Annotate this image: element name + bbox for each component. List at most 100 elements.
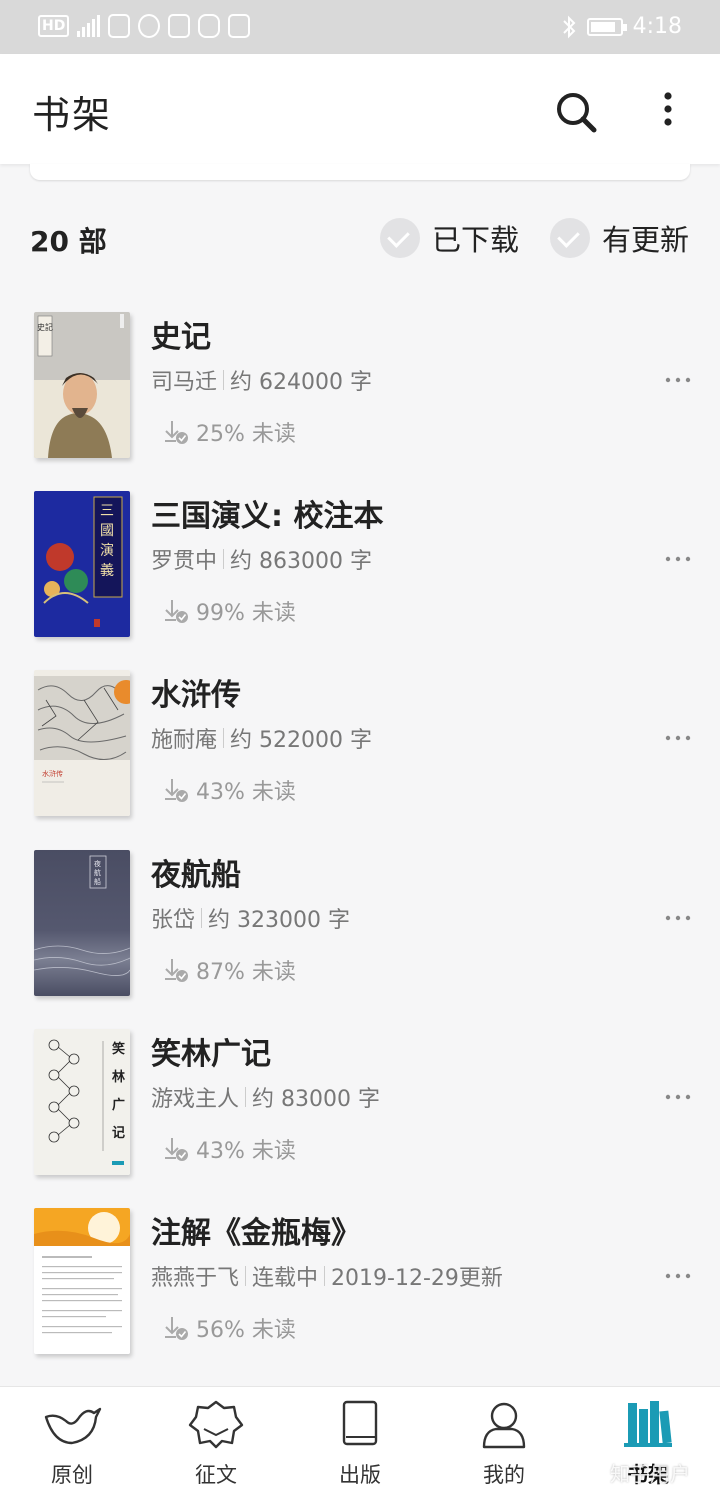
- divider: [223, 549, 225, 569]
- watermark: 知乎用户: [610, 1462, 690, 1486]
- nav-contest[interactable]: 征文: [144, 1387, 288, 1496]
- book-title: 笑林广记: [151, 1037, 271, 1072]
- book-more-button[interactable]: [660, 726, 696, 750]
- book-item[interactable]: 三國演義 三国演义: 校注本 罗贯中约 863000 字 99% 未读: [0, 491, 720, 661]
- book-title: 史记: [151, 320, 211, 355]
- book-more-button[interactable]: [660, 906, 696, 930]
- page-title: 书架: [32, 93, 113, 137]
- filter-updated[interactable]: 有更新: [550, 216, 689, 260]
- status-icons-left: HD: [38, 14, 251, 38]
- downloaded-icon: [165, 1317, 188, 1340]
- nav-profile[interactable]: 我的: [432, 1387, 576, 1496]
- progress-label: 56% 未读: [196, 1318, 296, 1343]
- book-progress: 87% 未读: [162, 954, 296, 986]
- search-icon: [557, 93, 597, 133]
- divider: [245, 1266, 247, 1286]
- book-title: 水浒传: [151, 678, 241, 713]
- book-author: 施耐庵: [151, 728, 218, 753]
- bookshelf-icon: [624, 1401, 672, 1447]
- more-options-button[interactable]: [646, 84, 690, 140]
- filter-updated-label: 有更新: [602, 223, 690, 257]
- nav-publish[interactable]: 出版: [288, 1387, 432, 1496]
- badge-icon: [188, 1400, 244, 1449]
- book-author: 游戏主人: [151, 1087, 240, 1112]
- book-title: 夜航船: [151, 858, 241, 893]
- app-notification-icon: [108, 14, 131, 38]
- book-meta: 施耐庵约 522000 字: [151, 722, 372, 754]
- book-word-count: 约 83000 字: [252, 1087, 380, 1112]
- book-progress: 56% 未读: [162, 1312, 296, 1344]
- book-more-button[interactable]: [660, 547, 696, 571]
- more-vertical-icon: [664, 92, 672, 126]
- book-cover[interactable]: [34, 1208, 130, 1354]
- book-item[interactable]: 水浒传 水浒传 施耐庵约 522000 字 43% 未读: [0, 670, 720, 840]
- cover-title-text: 水浒传: [42, 769, 63, 778]
- hd-icon: HD: [38, 15, 70, 37]
- book-item[interactable]: 史記 史记 司马迁约 624000 字 25% 未读: [0, 312, 720, 482]
- book-more-button[interactable]: [660, 1264, 696, 1288]
- book-word-count: 约 624000 字: [230, 370, 372, 395]
- book-icon: [342, 1400, 378, 1446]
- upload-icon: [228, 14, 251, 38]
- book-more-button[interactable]: [660, 368, 696, 392]
- shuihu-cover-art: 水浒传: [34, 670, 130, 816]
- downloaded-icon: [165, 1138, 188, 1161]
- status-bar: HD 4:18: [0, 0, 720, 54]
- downloaded-icon: [165, 959, 188, 982]
- heart-icon: [138, 14, 161, 38]
- cover-title-text: 夜航船: [94, 859, 101, 886]
- divider: [223, 370, 225, 390]
- book-item[interactable]: 注解《金瓶梅》 燕燕于飞 连载中 2019-12-29更新 56% 未读: [0, 1208, 720, 1378]
- bird-icon: [44, 1407, 102, 1445]
- book-author: 张岱: [151, 908, 196, 933]
- book-word-count: 约 522000 字: [230, 728, 372, 753]
- book-cover[interactable]: 水浒传: [34, 670, 130, 816]
- sanguo-cover-art: 三國演義: [34, 491, 130, 637]
- check-icon: [380, 218, 420, 258]
- book-cover[interactable]: 笑林广记: [34, 1029, 130, 1175]
- book-item[interactable]: 笑林广记 笑林广记 游戏主人约 83000 字 43% 未读: [0, 1029, 720, 1199]
- filter-downloaded[interactable]: 已下载: [380, 216, 519, 260]
- book-progress: 99% 未读: [162, 595, 296, 627]
- progress-label: 43% 未读: [196, 780, 296, 805]
- jinpingmei-cover-art: [34, 1208, 130, 1354]
- downloaded-icon: [165, 779, 188, 802]
- status-icons-right: 4:18: [561, 12, 682, 42]
- book-author: 罗贯中: [151, 549, 218, 574]
- book-progress: 25% 未读: [162, 416, 296, 448]
- book-cover[interactable]: 夜航船: [34, 850, 130, 996]
- book-title: 三国演义: 校注本: [151, 499, 384, 534]
- game-notification-icon: [198, 14, 221, 38]
- book-progress: 43% 未读: [162, 1133, 296, 1165]
- book-count: 20 部: [30, 225, 107, 258]
- cover-title-text: 史記: [37, 322, 53, 332]
- signal-icon: [77, 15, 101, 37]
- person-icon: [482, 1402, 526, 1449]
- yehangchuan-cover-art: 夜航船: [34, 850, 130, 996]
- book-cover[interactable]: 史記: [34, 312, 130, 458]
- book-meta: 司马迁约 624000 字: [151, 364, 372, 396]
- progress-label: 43% 未读: [196, 1139, 296, 1164]
- book-title: 注解《金瓶梅》: [151, 1216, 361, 1251]
- downloaded-icon: [165, 421, 188, 444]
- book-meta: 张岱约 323000 字: [151, 902, 350, 934]
- shiji-cover-art: 史記: [34, 312, 130, 458]
- book-cover[interactable]: 三國演義: [34, 491, 130, 637]
- book-status: 连载中: [252, 1266, 319, 1291]
- book-word-count: 约 323000 字: [208, 908, 350, 933]
- book-meta: 游戏主人约 83000 字: [151, 1081, 380, 1113]
- battery-icon: [586, 18, 627, 36]
- bluetooth-icon: [562, 15, 576, 39]
- check-icon: [550, 218, 590, 258]
- nav-label: 征文: [195, 1463, 237, 1487]
- book-item[interactable]: 夜航船 夜航船 张岱约 323000 字 87% 未读: [0, 850, 720, 1020]
- nav-original[interactable]: 原创: [0, 1387, 144, 1496]
- search-button[interactable]: [548, 84, 604, 140]
- xiaolin-cover-art: 笑林广记: [34, 1029, 130, 1175]
- app-bar: 书架: [0, 54, 720, 164]
- book-more-button[interactable]: [660, 1085, 696, 1109]
- book-meta: 燕燕于飞 连载中 2019-12-29更新: [151, 1260, 503, 1292]
- book-author: 燕燕于飞: [151, 1266, 240, 1291]
- progress-label: 25% 未读: [196, 422, 296, 447]
- book-update-date: 2019-12-29更新: [331, 1266, 503, 1291]
